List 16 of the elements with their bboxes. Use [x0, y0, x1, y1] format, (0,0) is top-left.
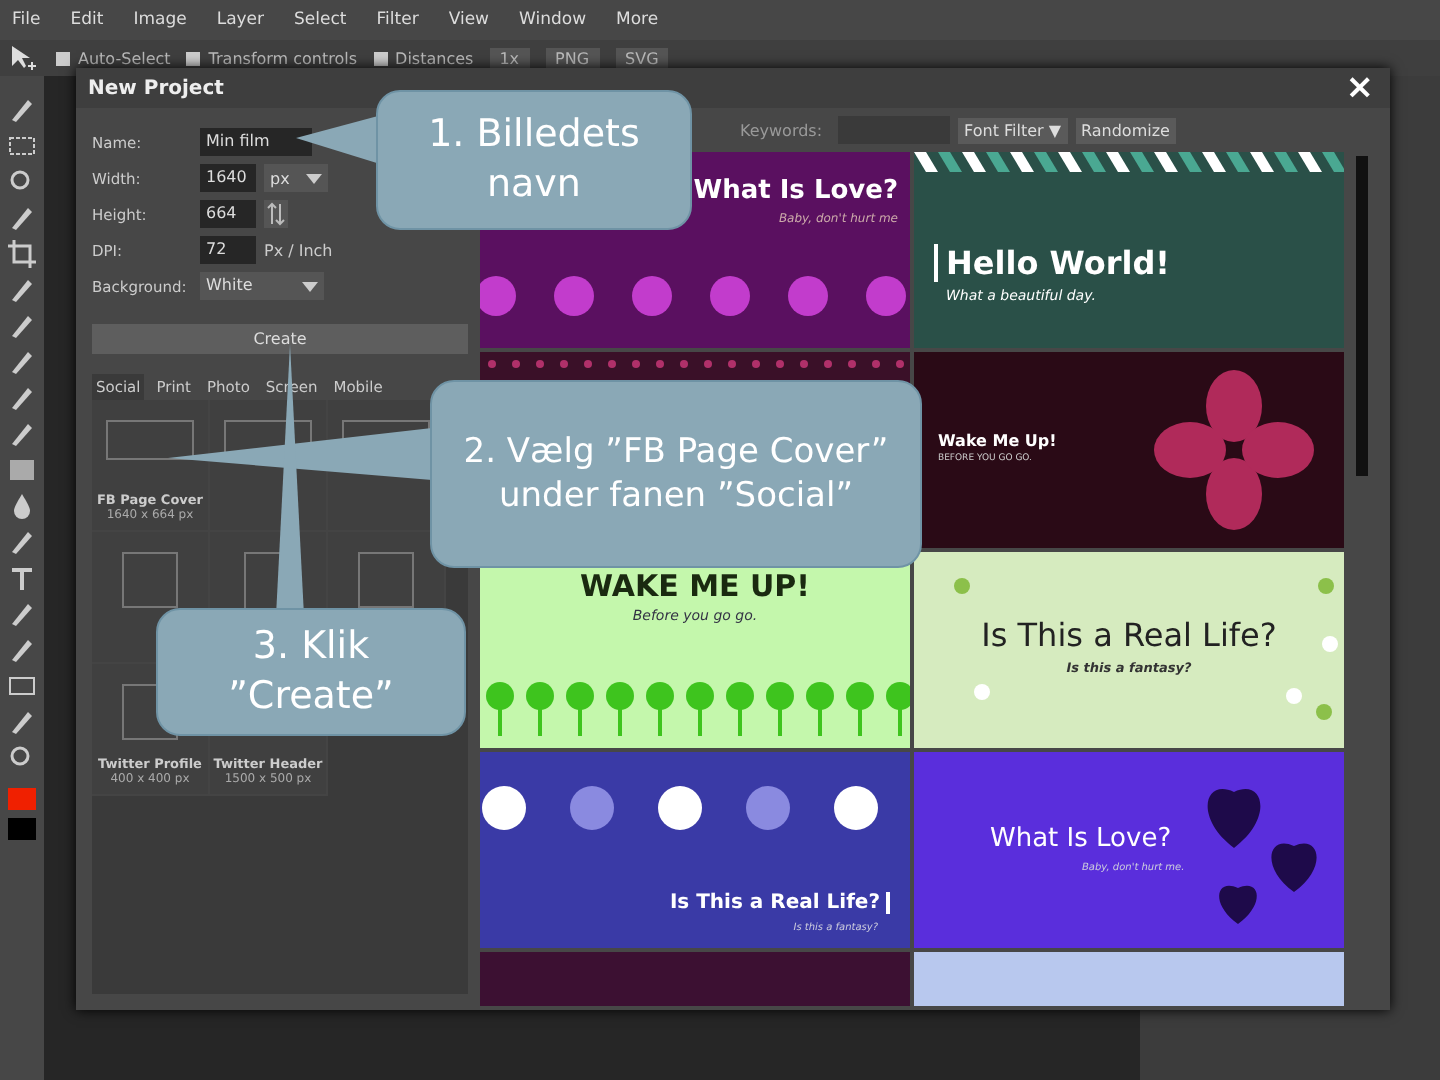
- unit-label: Px / Inch: [264, 241, 333, 259]
- keywords-label: Keywords:: [740, 121, 823, 139]
- option-label: Distances: [395, 49, 474, 67]
- callout-tooltip: 3. Klik ”Create”: [156, 608, 466, 736]
- template-title: Is This a Real Life?: [669, 892, 890, 914]
- template-title: Wake Me Up!: [938, 432, 1057, 450]
- template-title: What Is Love?: [990, 824, 1172, 854]
- template-title: What Is Love?: [693, 176, 898, 206]
- callout-tooltip: 1. Billedets navn: [376, 90, 692, 230]
- template-title: Is This a Real Life?: [979, 616, 1279, 654]
- option-label: Auto-Select: [78, 49, 171, 67]
- template-title: WAKE ME UP!: [578, 568, 812, 604]
- callout-tooltip: 2. Vælg ”FB Page Cover” under fanen ”Social”: [430, 380, 922, 568]
- template-title: Hello World!: [934, 244, 1170, 282]
- option-label: Transform controls: [208, 49, 358, 67]
- dialog-title: New Project: [88, 77, 224, 99]
